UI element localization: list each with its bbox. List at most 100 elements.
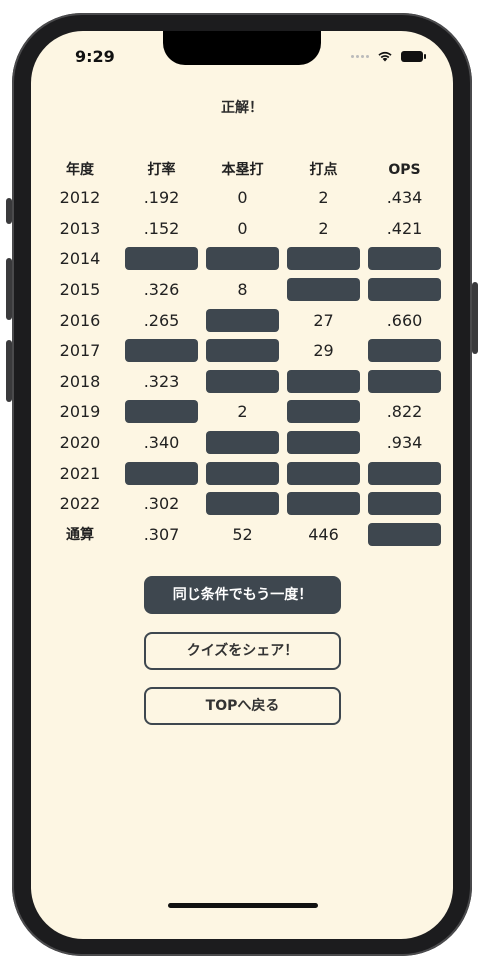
wifi-icon (378, 51, 392, 62)
hidden-value-block (368, 247, 441, 271)
stat-cell-hr: 52 (232, 524, 253, 544)
hidden-stat-cell (202, 492, 283, 516)
table-row: 2018 .323 (39, 367, 445, 398)
hidden-value-block (368, 278, 441, 302)
hidden-stat-cell (364, 522, 445, 547)
stat-cell-avg: .323 (143, 371, 180, 391)
power-button (472, 282, 478, 354)
hidden-value-block (368, 461, 441, 485)
status-time: 9:29 (75, 47, 115, 66)
stat-cell-avg: .326 (143, 280, 180, 300)
stat-cell-hr: 0 (237, 218, 248, 238)
hidden-stat-cell (364, 278, 445, 302)
stat-cell-hr: 0 (237, 188, 248, 208)
header-year: 年度 (66, 162, 94, 178)
hidden-stat-cell (283, 369, 364, 394)
hidden-stat-cell (283, 247, 364, 271)
stat-cell-ops: .434 (386, 188, 423, 208)
hidden-stat-cell (121, 247, 202, 271)
hidden-value-block (206, 308, 279, 332)
table-row: 通算 .307 52 446 (39, 520, 445, 551)
header-rbi: 打点 (309, 162, 338, 178)
stat-cell-year: 2020 (59, 433, 101, 453)
stat-cell-avg: .340 (143, 433, 180, 453)
stat-cell-rbi: 446 (308, 524, 339, 544)
stat-cell-ops: .421 (386, 218, 423, 238)
stat-cell-hr: 2 (237, 402, 248, 422)
table-row: 2021 (39, 458, 445, 489)
table-row: 2014 (39, 244, 445, 275)
table-header-row: 年度 打率 本塁打 打点 OPS (39, 157, 445, 183)
hidden-stat-cell (283, 492, 364, 516)
stat-cell-year: 2022 (59, 494, 101, 514)
hidden-value-block (287, 369, 360, 393)
table-row: 2013 .152 0 2 .421 (39, 214, 445, 245)
hidden-stat-cell (202, 461, 283, 486)
hidden-stat-cell (121, 461, 202, 486)
hidden-stat-cell (364, 247, 445, 271)
hidden-stat-cell (202, 308, 283, 333)
stat-cell-year: 2016 (59, 310, 101, 330)
header-ops: OPS (388, 162, 421, 178)
stat-cell-year: 2018 (59, 371, 101, 391)
hidden-value-block (368, 369, 441, 393)
hidden-value-block (206, 369, 279, 393)
hidden-value-block (125, 339, 198, 363)
stat-cell-rbi: 27 (313, 310, 334, 330)
notch (163, 31, 321, 65)
stat-cell-avg: .307 (143, 524, 180, 544)
hidden-value-block (206, 247, 279, 271)
stats-table: 年度 打率 本塁打 打点 OPS 2012 .192 0 2 .434 2013 .152 0… (39, 157, 445, 550)
stat-cell-rbi: 2 (318, 218, 329, 238)
stat-cell-year: 2013 (59, 218, 101, 238)
hidden-stat-cell (121, 400, 202, 424)
hidden-value-block (287, 247, 360, 271)
stat-cell-rbi: 2 (318, 188, 329, 208)
hidden-stat-cell (202, 369, 283, 394)
back-to-top-button[interactable]: TOPへ戻る (144, 687, 341, 725)
hidden-stat-cell (202, 431, 283, 455)
stat-cell-avg: .265 (143, 310, 180, 330)
stat-cell-year: 2017 (59, 341, 101, 361)
hidden-value-block (125, 461, 198, 485)
hidden-value-block (368, 339, 441, 363)
stat-cell-year: 2015 (59, 280, 101, 300)
stat-cell-avg: .152 (143, 218, 180, 238)
stat-cell-year: 2019 (59, 402, 101, 422)
retry-same-conditions-button[interactable]: 同じ条件でもう一度！ (144, 576, 341, 614)
hidden-value-block (206, 339, 279, 363)
hidden-stat-cell (283, 278, 364, 302)
volume-down-button (6, 340, 12, 402)
stat-cell-year: 通算 (66, 526, 94, 543)
hidden-stat-cell (364, 461, 445, 486)
table-row: 2015 .326 8 (39, 275, 445, 306)
stat-cell-ops: .660 (386, 310, 423, 330)
hidden-value-block (206, 461, 279, 485)
battery-icon (401, 50, 426, 62)
hidden-value-block (125, 400, 198, 424)
hidden-value-block (206, 492, 279, 516)
hidden-value-block (287, 492, 360, 516)
hidden-stat-cell (283, 400, 364, 424)
hidden-stat-cell (121, 339, 202, 363)
header-avg: 打率 (147, 162, 176, 178)
table-row: 2012 .192 0 2 .434 (39, 183, 445, 214)
app-screen: 9:29 正解！ 年度 打率 本塁打 打点 OPS 2012 .192 0 2 .434… (31, 31, 453, 939)
signal-icon (351, 54, 369, 58)
stat-cell-avg: .302 (143, 494, 180, 514)
hidden-value-block (287, 431, 360, 455)
table-row: 2016 .265 27 .660 (39, 305, 445, 336)
table-row: 2019 2 .822 (39, 397, 445, 428)
share-quiz-button[interactable]: クイズをシェア！ (144, 632, 341, 670)
hidden-value-block (125, 247, 198, 271)
stat-cell-ops: .822 (386, 402, 423, 422)
hidden-stat-cell (364, 369, 445, 394)
table-row: 2017 29 (39, 336, 445, 367)
mute-switch (6, 198, 12, 224)
hidden-value-block (287, 400, 360, 424)
stat-cell-year: 2021 (59, 463, 101, 483)
status-icons (351, 50, 426, 62)
hidden-value-block (368, 522, 441, 546)
stat-cell-rbi: 29 (313, 341, 334, 361)
stat-cell-year: 2014 (59, 249, 101, 269)
